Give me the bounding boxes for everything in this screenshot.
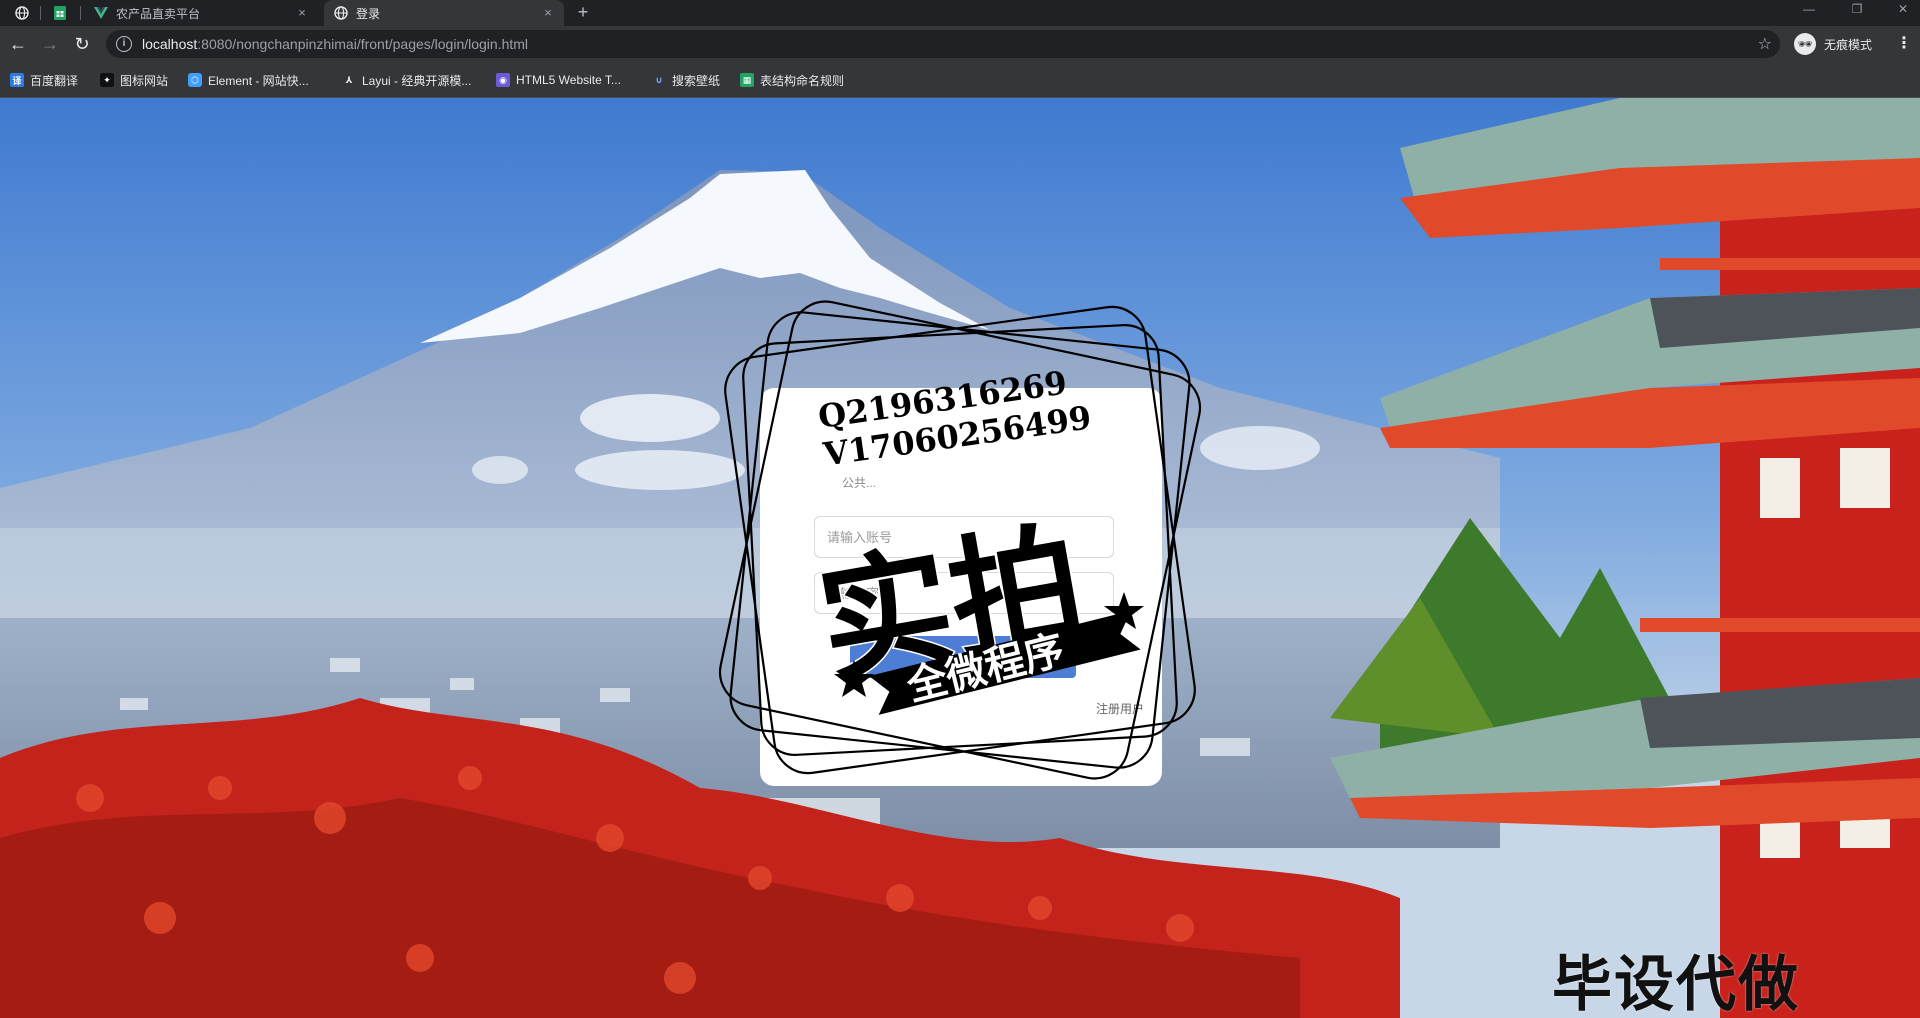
back-arrow-icon[interactable]: ←	[6, 32, 30, 56]
close-window-icon[interactable]: ✕	[1888, 0, 1918, 20]
close-icon[interactable]: ×	[294, 5, 310, 21]
cloud	[1200, 426, 1320, 470]
bookmark-item[interactable]: 译 百度翻译	[10, 71, 78, 89]
incognito-label: 无痕模式	[1824, 37, 1873, 52]
tab-farm-platform[interactable]: 农产品直卖平台 ×	[86, 0, 318, 26]
info-icon[interactable]: i	[116, 36, 132, 52]
cloud	[472, 456, 528, 484]
corner-watermark: 毕设代做	[1552, 950, 1800, 1018]
incognito-icon: 🕶	[1794, 33, 1816, 55]
kebab-menu-icon[interactable]: ⋮	[1894, 32, 1914, 56]
reload-icon[interactable]: ↻	[70, 32, 94, 56]
baidu-translate-icon: 译	[10, 73, 24, 87]
browser-toolbar: ← → ↻ i localhost:8080/nongchanpinzhimai…	[0, 26, 1920, 62]
bookmark-star-icon[interactable]: ☆	[1758, 34, 1772, 54]
minimize-icon[interactable]: —	[1794, 0, 1824, 20]
cloud	[580, 394, 720, 442]
bookmark-item[interactable]: ◉ HTML5 Website T...	[496, 71, 621, 89]
incognito-indicator[interactable]: 🕶 无痕模式	[1794, 32, 1872, 56]
bookmark-label: 搜索壁纸	[672, 73, 721, 88]
wallpaper-icon: ∪	[655, 74, 663, 85]
globe-icon	[15, 6, 29, 20]
bookmark-label: Layui - 经典开源模...	[362, 73, 472, 88]
tab-title: 登录	[356, 6, 381, 21]
url-host: localhost	[142, 36, 198, 52]
url-path: :8080/nongchanpinzhimai/front/pages/logi…	[197, 36, 529, 52]
bookmark-item[interactable]: ✦ 图标网站	[100, 71, 168, 89]
address-bar[interactable]: i localhost:8080/nongchanpinzhimai/front…	[106, 30, 1780, 58]
login-tip: 公共...	[842, 476, 877, 490]
bookmark-label: 表结构命名规则	[760, 73, 845, 88]
password-input[interactable]	[814, 572, 1114, 614]
bookmark-label: Element - 网站快...	[208, 73, 309, 88]
layui-icon: ⅄	[345, 74, 353, 85]
tab-pinned-sheets[interactable]	[44, 0, 76, 26]
cloud	[575, 450, 745, 490]
bookmark-label: HTML5 Website T...	[516, 73, 621, 87]
tab-separator	[80, 6, 81, 20]
close-icon[interactable]: ×	[540, 5, 556, 21]
bookmark-label: 百度翻译	[30, 73, 79, 88]
html5-template-icon: ◉	[496, 73, 510, 87]
bookmarks-bar: 译 百度翻译 ✦ 图标网站 ⬡ Element - 网站快... ⅄ Layui…	[0, 62, 1920, 98]
username-input[interactable]	[814, 516, 1114, 558]
login-card: 公共... 注册用户	[760, 388, 1162, 786]
bookmark-item[interactable]: ⬡ Element - 网站快...	[188, 71, 309, 89]
bookmark-item[interactable]: ⅄ Layui - 经典开源模...	[342, 71, 472, 89]
bookmark-item[interactable]: ▦ 表结构命名规则	[740, 71, 844, 89]
tab-login[interactable]: 登录 ×	[324, 0, 564, 26]
tab-pinned-globe[interactable]	[6, 0, 38, 26]
restore-icon[interactable]: ❐	[1842, 0, 1872, 20]
bookmark-item[interactable]: ∪ 搜索壁纸	[652, 71, 720, 89]
tab-strip: 农产品直卖平台 × 登录 × + — ❐ ✕	[0, 0, 1920, 26]
forward-arrow-icon[interactable]: →	[38, 32, 62, 56]
page-viewport: 公共... 注册用户 Q2196316269 V17060256499 实拍 全…	[0, 98, 1920, 1018]
tab-separator	[40, 6, 41, 20]
vue-icon	[94, 6, 108, 20]
tab-title: 农产品直卖平台	[116, 6, 201, 21]
sheets-icon	[53, 6, 67, 20]
login-button[interactable]	[850, 636, 1076, 678]
element-icon: ⬡	[188, 73, 202, 87]
new-tab-button[interactable]: +	[572, 2, 594, 24]
iconfont-icon: ✦	[100, 73, 114, 87]
register-link[interactable]: 注册用户	[1096, 700, 1144, 717]
bookmark-label: 图标网站	[120, 73, 169, 88]
globe-icon	[334, 6, 348, 20]
sheets-icon: ▦	[740, 73, 754, 87]
